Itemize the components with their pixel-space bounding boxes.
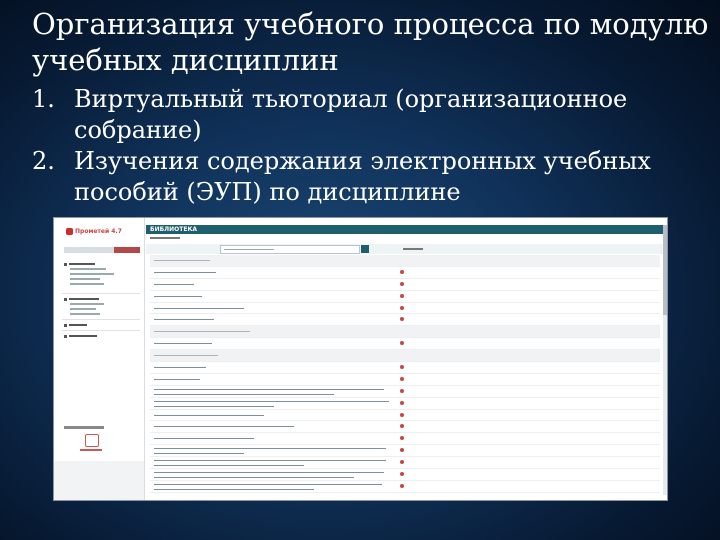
scrollbar[interactable] — [663, 225, 667, 495]
embedded-screenshot: Прометей 4.7 БИБЛИОТЕКА — [53, 217, 668, 501]
library-panel: БИБЛИОТЕКА — [146, 218, 667, 500]
table-row[interactable] — [150, 421, 660, 434]
app-icon[interactable] — [85, 434, 99, 447]
table-row — [150, 255, 660, 267]
bullet-icon — [64, 334, 67, 338]
sidebar-group[interactable] — [64, 297, 140, 318]
table-row — [150, 350, 660, 363]
list-text: Виртуальный тьюториал (организационное с… — [74, 85, 628, 144]
table-row[interactable] — [150, 338, 660, 351]
search-input[interactable] — [220, 245, 360, 254]
pdf-icon[interactable] — [400, 460, 404, 465]
pdf-icon[interactable] — [400, 305, 404, 310]
table-row[interactable] — [150, 457, 660, 470]
pdf-icon[interactable] — [400, 269, 404, 274]
bullet-icon — [64, 262, 67, 266]
table-row[interactable] — [150, 398, 660, 410]
user-name — [64, 426, 104, 429]
pdf-icon[interactable] — [400, 317, 404, 322]
sidebar-group[interactable] — [64, 334, 140, 340]
pdf-icon[interactable] — [400, 472, 404, 477]
table-row[interactable] — [150, 267, 660, 279]
table-row[interactable] — [150, 469, 660, 481]
table-row[interactable] — [150, 362, 660, 374]
login-button[interactable] — [114, 247, 140, 253]
pdf-icon[interactable] — [400, 293, 404, 298]
sidebar: Прометей 4.7 — [54, 218, 145, 500]
library-header: БИБЛИОТЕКА — [146, 225, 663, 234]
bullet-icon — [64, 297, 67, 301]
pdf-icon[interactable] — [400, 412, 404, 417]
sidebar-group[interactable] — [64, 323, 140, 329]
table-row[interactable] — [150, 291, 660, 303]
pdf-icon[interactable] — [400, 400, 404, 405]
pdf-icon[interactable] — [400, 388, 404, 393]
sidebar-group[interactable] — [64, 262, 140, 288]
list-number: 2. — [32, 147, 55, 175]
table-row — [150, 326, 660, 339]
logo-icon — [66, 228, 73, 235]
search-button[interactable] — [361, 245, 369, 253]
table-row[interactable] — [150, 314, 660, 327]
table-row[interactable] — [150, 481, 660, 493]
logo: Прометей 4.7 — [66, 227, 136, 237]
pdf-icon[interactable] — [400, 448, 404, 453]
table-row[interactable] — [150, 279, 660, 291]
table-row[interactable] — [150, 386, 660, 398]
pdf-icon[interactable] — [400, 376, 404, 381]
column-header — [403, 248, 423, 250]
breadcrumb[interactable] — [150, 237, 180, 239]
bullet-icon — [64, 323, 67, 327]
library-table — [150, 255, 660, 500]
list-item: 2. Изучения содержания электронных учебн… — [32, 146, 712, 208]
logo-text: Прометей 4.7 — [75, 228, 122, 235]
slide-title: Организация учебного процесса по модулю … — [32, 7, 709, 77]
slide-list: 1. Виртуальный тьюториал (организационно… — [32, 84, 712, 208]
pdf-icon[interactable] — [400, 483, 404, 488]
table-row[interactable] — [150, 433, 660, 446]
pdf-icon[interactable] — [400, 341, 404, 346]
table-row[interactable] — [150, 410, 660, 422]
list-number: 1. — [32, 85, 55, 113]
pdf-icon[interactable] — [400, 281, 404, 286]
table-row[interactable] — [150, 374, 660, 386]
list-item: 1. Виртуальный тьюториал (организационно… — [32, 84, 712, 146]
pdf-icon[interactable] — [400, 365, 404, 370]
scrollbar-thumb[interactable] — [663, 225, 667, 315]
pdf-icon[interactable] — [400, 424, 404, 429]
table-row[interactable] — [150, 303, 660, 315]
table-row[interactable] — [150, 445, 660, 458]
list-text: Изучения содержания электронных учебных … — [74, 147, 651, 206]
pdf-icon[interactable] — [400, 436, 404, 441]
